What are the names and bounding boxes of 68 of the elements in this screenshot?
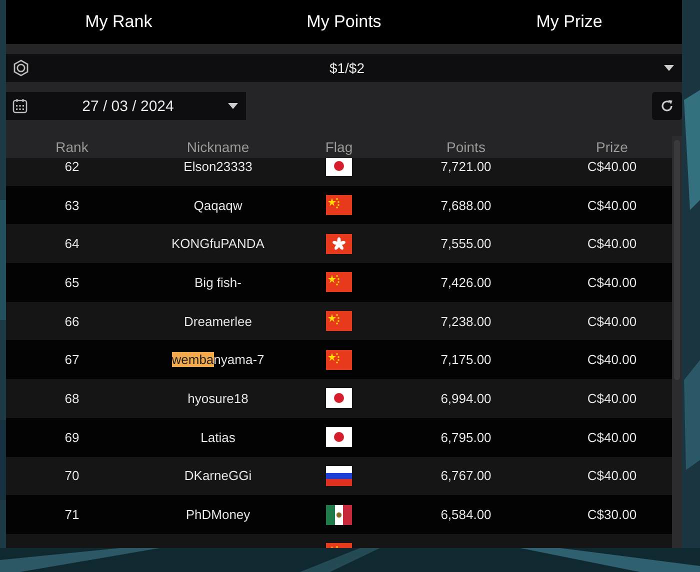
prize-cell: C$40.00 <box>587 352 637 368</box>
date-value: 27 / 03 / 2024 <box>81 98 175 114</box>
prize-cell: C$40.00 <box>587 314 637 329</box>
prize-cell: C$40.00 <box>587 274 637 290</box>
prize-cell: C$30.00 <box>587 507 637 522</box>
prize-cell: C$40.00 <box>587 158 637 174</box>
points-cell: 7,238.00 <box>440 314 492 329</box>
japan-flag-icon <box>326 388 352 408</box>
column-header: Nickname <box>186 139 250 155</box>
prize-cell: C$40.00 <box>587 390 637 406</box>
prize-cell: C$40.00 <box>587 236 637 252</box>
points-cell: 7,426.00 <box>440 274 492 290</box>
nickname-cell: PhDMoney <box>186 507 250 522</box>
rank-cell: 63 <box>64 198 80 213</box>
points-cell: 6,767.00 <box>440 468 492 484</box>
caret-icon <box>228 103 238 109</box>
hong-kong-flag-icon <box>326 234 352 254</box>
nickname-cell: Latias <box>200 430 236 445</box>
tab[interactable]: My Rank <box>6 0 232 44</box>
japan-flag-icon <box>326 427 352 448</box>
points-cell: 6,795.00 <box>440 430 492 445</box>
rank-cell: 67 <box>64 352 80 368</box>
nickname-cell: Dreamerlee <box>184 314 252 329</box>
caret-icon <box>664 65 674 71</box>
nickname-cell: DKarneGGi <box>184 468 252 484</box>
points-cell: 7,688.00 <box>440 198 492 213</box>
column-header: Prize <box>596 139 628 155</box>
points-cell: 6,584.00 <box>440 507 492 522</box>
prize-cell: C$40.00 <box>587 198 637 213</box>
points-cell: 7,555.00 <box>440 236 492 252</box>
prize-cell: C$40.00 <box>587 430 637 445</box>
stake-select[interactable]: $1/$2 <box>6 54 682 82</box>
points-cell: 7,721.00 <box>440 158 492 174</box>
nickname-cell: hyosure18 <box>188 390 248 406</box>
scrollbar[interactable] <box>672 136 682 548</box>
rank-cell: 66 <box>64 314 80 329</box>
nickname-cell: Elson23333 <box>184 158 252 174</box>
china-flag-icon <box>326 272 352 292</box>
nickname-cell: Big fish- <box>194 274 242 290</box>
date-picker[interactable]: 27 / 03 / 2024 <box>6 92 246 120</box>
japan-flag-icon <box>326 158 352 176</box>
refresh-icon <box>660 99 674 113</box>
points-cell: 7,175.00 <box>440 352 492 368</box>
column-header: Points <box>446 139 486 155</box>
points-cell: 6,994.00 <box>440 390 492 406</box>
refresh-button[interactable] <box>652 92 682 120</box>
rank-cell: 65 <box>64 274 80 290</box>
chip-icon <box>12 59 30 77</box>
china-flag-icon <box>326 311 352 332</box>
rank-cell: 71 <box>64 507 80 522</box>
column-header: Rank <box>56 139 88 155</box>
russia-flag-icon <box>326 466 352 486</box>
calendar-icon <box>12 98 28 114</box>
rank-cell: 64 <box>64 236 80 252</box>
rank-cell: 68 <box>64 390 80 406</box>
nickname-cell: KONGfuPANDA <box>172 236 264 252</box>
rank-cell: 69 <box>64 430 80 445</box>
stake-value: $1/$2 <box>328 60 366 76</box>
rank-cell: 70 <box>64 468 80 484</box>
prize-cell: C$40.00 <box>587 468 637 484</box>
rank-cell: 62 <box>64 158 80 174</box>
column-header: Flag <box>325 139 353 155</box>
mexico-flag-icon <box>326 504 352 525</box>
china-flag-icon <box>326 350 352 370</box>
china-flag-icon <box>326 195 352 216</box>
tab[interactable]: My Points <box>231 0 457 44</box>
nickname-cell: Qaqaqw <box>194 198 242 213</box>
tab[interactable]: My Prize <box>456 0 682 44</box>
